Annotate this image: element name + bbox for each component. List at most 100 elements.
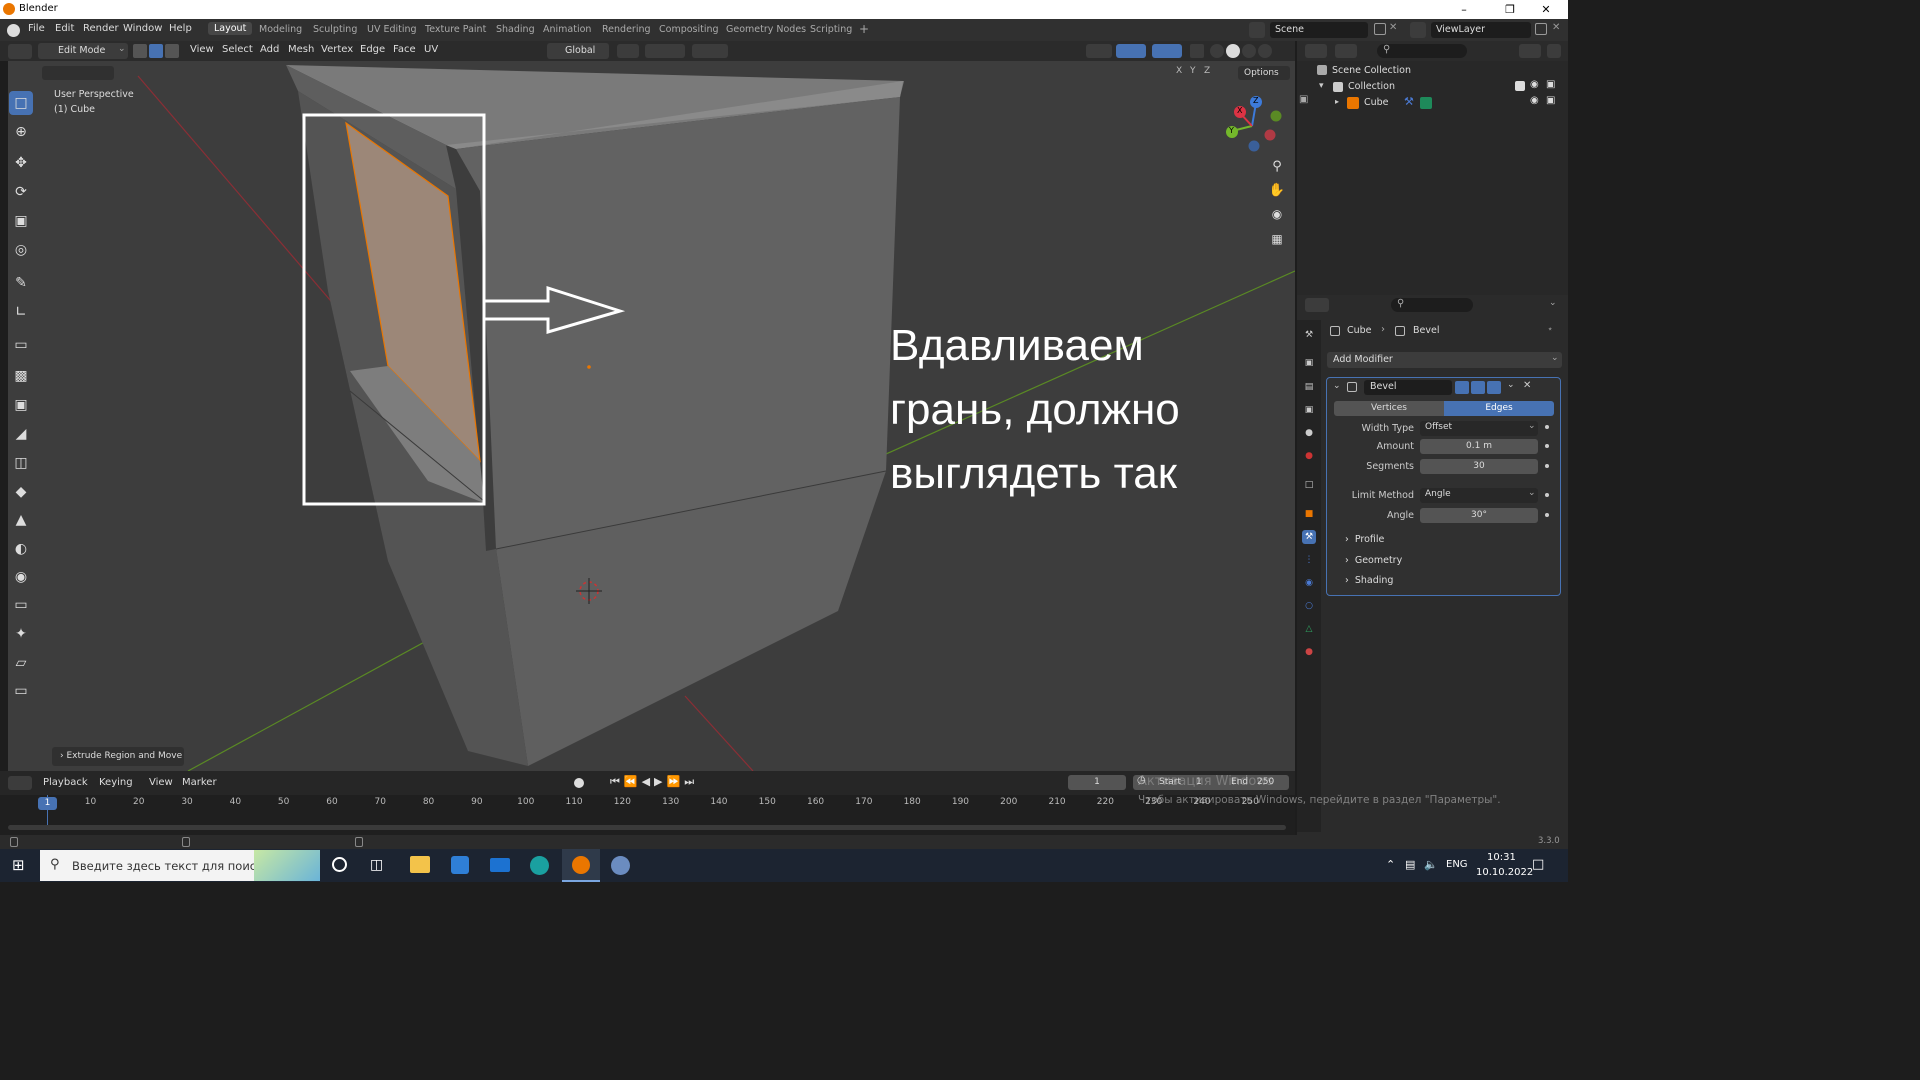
transform-tool-icon[interactable]: ◎	[9, 238, 33, 262]
menu-render[interactable]: Render	[83, 23, 119, 34]
spin-tool-icon[interactable]: ◐	[9, 537, 33, 561]
rendered-shading-icon[interactable]	[1258, 44, 1272, 58]
props-options-chevron-icon[interactable]: ⌄	[1549, 298, 1557, 308]
face-select-icon[interactable]	[165, 44, 179, 58]
tab-shading[interactable]: Shading	[496, 24, 535, 35]
filter-icon[interactable]	[1519, 44, 1541, 58]
task-view-icon[interactable]: ◫	[370, 857, 383, 873]
minimize-button[interactable]: –	[1442, 0, 1486, 19]
solid-shading-icon[interactable]	[1226, 44, 1240, 58]
camera-view-icon[interactable]: ◉	[1268, 207, 1286, 225]
constraints-tab-icon[interactable]: ○	[1302, 599, 1316, 613]
options-dropdown[interactable]: Options	[1238, 66, 1290, 80]
amount-field[interactable]: 0.1 m	[1420, 439, 1538, 454]
cube-render-icon[interactable]: ▣	[1546, 95, 1555, 106]
vp-menu-mesh[interactable]: Mesh	[288, 44, 314, 55]
eye-icon[interactable]: ◉	[1530, 79, 1539, 90]
physics-tab-icon[interactable]: ◉	[1302, 576, 1316, 590]
vp-menu-uv[interactable]: UV	[424, 44, 438, 55]
tray-chevron-up-icon[interactable]: ⌃	[1386, 858, 1395, 871]
measure-tool-icon[interactable]: ∟	[9, 300, 33, 324]
tab-layout[interactable]: Layout	[208, 22, 253, 35]
new-collection-icon[interactable]	[1547, 44, 1561, 58]
visibility-icon[interactable]	[1086, 44, 1112, 58]
keyframe-dot-icon[interactable]	[1545, 444, 1549, 448]
edge-select-icon[interactable]	[149, 44, 163, 58]
network-icon[interactable]: ▤	[1405, 858, 1415, 871]
mode-selector[interactable]: Edit Mode ⌄	[38, 43, 128, 59]
vp-menu-face[interactable]: Face	[393, 44, 416, 55]
record-icon[interactable]	[574, 778, 584, 788]
menu-file[interactable]: File	[28, 23, 45, 34]
remove-modifier-icon[interactable]: ✕	[1523, 380, 1531, 391]
scene-collection-label[interactable]: Scene Collection	[1332, 65, 1411, 76]
vp-menu-vertex[interactable]: Vertex	[321, 44, 353, 55]
edge-slide-tool-icon[interactable]: ▭	[9, 593, 33, 617]
render-tab-icon[interactable]: ▣	[1302, 356, 1316, 370]
mesh-data-icon[interactable]	[1420, 97, 1432, 109]
menu-help[interactable]: Help	[169, 23, 192, 34]
panel-profile[interactable]: › Profile	[1345, 534, 1384, 545]
world-tab-icon[interactable]: ●	[1302, 449, 1316, 463]
keyframe-dot-icon[interactable]	[1545, 513, 1549, 517]
cube-eye-icon[interactable]: ◉	[1530, 95, 1539, 106]
modifier-collapse-icon[interactable]: ⌄	[1333, 381, 1341, 391]
extrude-tool-icon[interactable]: ▩	[9, 364, 33, 388]
smooth-tool-icon[interactable]: ◉	[9, 565, 33, 589]
vp-menu-view[interactable]: View	[190, 44, 214, 55]
mirror-z-toggle[interactable]: Z	[1204, 66, 1210, 76]
width-type-dropdown[interactable]: Offset ⌄	[1420, 421, 1538, 436]
notifications-icon[interactable]: □	[1532, 857, 1544, 872]
display-mode-icon[interactable]	[1335, 44, 1357, 58]
cube-object-label[interactable]: Cube	[1364, 97, 1389, 108]
menu-window[interactable]: Window	[123, 23, 162, 34]
cursor-tool-icon[interactable]: ⊕	[9, 120, 33, 144]
app-taskbar-icon[interactable]	[611, 856, 630, 875]
modifier-menu-chevron-icon[interactable]: ⌄	[1507, 380, 1515, 390]
menu-edit[interactable]: Edit	[55, 23, 74, 34]
object-tab-icon[interactable]: ■	[1302, 507, 1316, 521]
poly-build-tool-icon[interactable]: ▲	[9, 508, 33, 532]
modifier-name-field[interactable]: Bevel	[1364, 380, 1452, 395]
pin-icon[interactable]: ⋆	[1547, 324, 1553, 335]
move-tool-icon[interactable]: ✥	[9, 151, 33, 175]
timeline-menu-playback[interactable]: Playback	[43, 777, 88, 788]
panel-geometry[interactable]: › Geometry	[1345, 555, 1402, 566]
outliner-type-icon[interactable]	[1305, 44, 1327, 58]
proportional-edit-icon[interactable]	[692, 44, 728, 58]
3d-viewport[interactable]: User Perspective (1) Cube X Y Z Options …	[8, 61, 1295, 771]
clock-date[interactable]: 10.10.2022	[1476, 867, 1533, 878]
close-button[interactable]: ✕	[1524, 0, 1568, 19]
tab-scripting[interactable]: Scripting	[810, 24, 852, 35]
render-toggle-icon[interactable]	[1487, 381, 1501, 394]
playback-controls[interactable]: ⏮⏪◀▶⏩⏭	[610, 775, 698, 789]
timeline-track[interactable]: 1102030405060708090100110120130140150160…	[0, 795, 1295, 835]
add-modifier-dropdown[interactable]: Add Modifier ⌄	[1327, 352, 1562, 368]
data-tab-icon[interactable]: △	[1302, 622, 1316, 636]
file-explorer-icon[interactable]	[410, 856, 430, 873]
properties-search-input[interactable]: ⚲	[1391, 298, 1473, 312]
shear-tool-icon[interactable]: ▱	[9, 651, 33, 675]
knife-tool-icon[interactable]: ◆	[9, 480, 33, 504]
add-cube-tool-icon[interactable]: ▭	[9, 333, 33, 357]
mirror-x-toggle[interactable]: X	[1176, 66, 1182, 76]
vp-menu-select[interactable]: Select	[222, 44, 253, 55]
viewlayer-field[interactable]: ViewLayer	[1431, 22, 1531, 38]
viewport-toggle-icon[interactable]	[1471, 381, 1485, 394]
pivot-icon[interactable]	[617, 44, 639, 58]
delete-viewlayer-icon[interactable]: ✕	[1552, 22, 1560, 33]
scale-tool-icon[interactable]: ▣	[9, 209, 33, 233]
orientation-selector[interactable]: Global	[547, 43, 609, 59]
inset-tool-icon[interactable]: ▣	[9, 393, 33, 417]
clock-time[interactable]: 10:31	[1487, 852, 1516, 863]
properties-type-icon[interactable]	[1305, 298, 1329, 312]
loop-cut-tool-icon[interactable]: ◫	[9, 451, 33, 475]
tab-compositing[interactable]: Compositing	[659, 24, 719, 35]
annotate-tool-icon[interactable]: ✎	[9, 271, 33, 295]
tab-uv-editing[interactable]: UV Editing	[367, 24, 417, 35]
gizmo-toggle-icon[interactable]	[1116, 44, 1146, 58]
vp-menu-edge[interactable]: Edge	[360, 44, 385, 55]
angle-field[interactable]: 30°	[1420, 508, 1538, 523]
timeline-type-icon[interactable]	[8, 776, 32, 790]
collection-label[interactable]: Collection	[1348, 81, 1395, 92]
